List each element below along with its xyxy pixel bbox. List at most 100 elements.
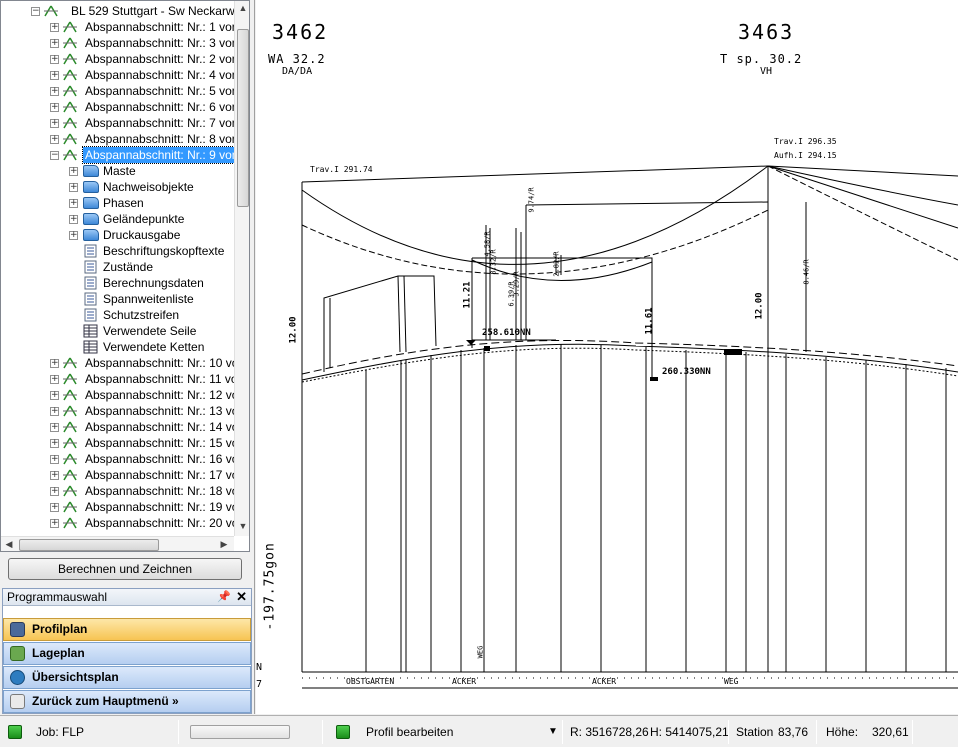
expand-icon[interactable]: + (50, 87, 59, 96)
tree-section-node[interactable]: + Abspannabschnitt: Nr.: 3 von: (1, 35, 242, 51)
table-icon (83, 340, 99, 354)
tree-item-node[interactable]: Zustände (1, 259, 233, 275)
ground-label: WEG (724, 677, 739, 686)
site-plan-icon (10, 646, 25, 661)
tree-section-node[interactable]: + Abspannabschnitt: Nr.: 2 von: (1, 51, 242, 67)
section-icon (62, 52, 78, 66)
project-tree[interactable]: − BL 529 Stuttgart - Sw Neckarwestheim + Ab… (0, 0, 250, 552)
tree-horizontal-scroll-thumb[interactable] (19, 539, 159, 551)
scroll-down-arrow-icon[interactable]: ▼ (236, 521, 249, 531)
left-pane: − BL 529 Stuttgart - Sw Neckarwestheim + Ab… (0, 0, 255, 714)
expand-icon[interactable]: + (50, 55, 59, 64)
table-icon (83, 324, 99, 338)
tree-section-node[interactable]: + Abspannabschnitt: Nr.: 15 von (1, 435, 245, 451)
profile-drawing (301, 165, 958, 689)
mode-dropdown-icon[interactable]: ▼ (548, 716, 558, 747)
program-item-profilplan[interactable]: Profilplan (3, 618, 251, 641)
expand-icon[interactable]: + (50, 103, 59, 112)
program-item-lageplan[interactable]: Lageplan (3, 642, 251, 665)
expand-icon[interactable]: + (69, 183, 78, 192)
tower-number-right: 3463 (738, 20, 795, 44)
pin-icon[interactable]: 📌 (217, 589, 231, 605)
sag-label: 8.32/R (489, 249, 498, 275)
scroll-up-arrow-icon[interactable]: ▲ (236, 3, 249, 13)
program-item-uebersichtsplan[interactable]: Übersichtsplan (3, 666, 251, 689)
back-menu-icon (10, 694, 25, 709)
tree-section-node[interactable]: + Abspannabschnitt: Nr.: 19 von (1, 499, 245, 515)
expand-icon[interactable]: + (50, 135, 59, 144)
seven-marker: 7 (256, 679, 263, 690)
tree-item-node[interactable]: Verwendete Seile (1, 323, 233, 339)
expand-icon[interactable]: + (50, 119, 59, 128)
expand-icon[interactable]: + (50, 423, 59, 432)
section-icon (62, 20, 78, 34)
tree-horizontal-scrollbar[interactable]: ◀ ▶ (1, 536, 234, 551)
height-value: 320,61 (872, 725, 909, 739)
expand-icon[interactable]: + (69, 231, 78, 240)
tree-vertical-scrollbar[interactable]: ▲ ▼ (234, 1, 249, 536)
expand-icon[interactable]: + (50, 471, 59, 480)
tree-section-node[interactable]: + Abspannabschnitt: Nr.: 12 von (1, 387, 245, 403)
tree-item-node[interactable]: Beschriftungskopftexte (1, 243, 233, 259)
dimension-right: 12.00 (754, 292, 765, 320)
expand-icon[interactable]: + (50, 71, 59, 80)
tree-root-node[interactable]: − BL 529 Stuttgart - Sw Neckarwestheim (1, 3, 249, 19)
folder-icon (83, 197, 99, 209)
program-item-back-main-menu[interactable]: Zurück zum Hauptmenü » (3, 690, 251, 713)
tree-section-node[interactable]: + Abspannabschnitt: Nr.: 20 von (1, 515, 245, 531)
tree-item-node[interactable]: Verwendete Ketten (1, 339, 233, 355)
calculate-and-draw-button[interactable]: Berechnen und Zeichnen (8, 558, 242, 580)
tree-node-label: Abspannabschnitt: Nr.: 19 von (85, 500, 246, 514)
tree-section-node[interactable]: + Abspannabschnitt: Nr.: 7 von: (1, 115, 242, 131)
expand-icon[interactable]: + (50, 391, 59, 400)
expand-icon[interactable]: + (50, 23, 59, 32)
tree-section-node-selected[interactable]: − Abspannabschnitt: Nr.: 9 von: (1, 146, 245, 164)
expand-icon[interactable]: + (50, 487, 59, 496)
progress-bar (190, 725, 290, 739)
scroll-right-arrow-icon[interactable]: ▶ (217, 539, 231, 550)
expand-icon[interactable]: + (69, 167, 78, 176)
folder-icon (83, 229, 99, 241)
tree-section-node[interactable]: + Abspannabschnitt: Nr.: 10 von (1, 355, 245, 371)
tree-section-node[interactable]: + Abspannabschnitt: Nr.: 8 von: (1, 131, 242, 147)
expand-icon[interactable]: + (69, 199, 78, 208)
expand-icon[interactable]: + (50, 455, 59, 464)
ground-label: OBSTGARTEN (346, 677, 395, 686)
tree-section-node[interactable]: + Abspannabschnitt: Nr.: 17 von (1, 467, 245, 483)
close-icon[interactable]: ✕ (236, 589, 247, 605)
section-icon (62, 404, 78, 418)
collapse-icon[interactable]: − (31, 7, 40, 16)
tree-folder-node[interactable]: + Nachweisobjekte (1, 179, 233, 195)
suspension-label-right: Aufh.I 294.15 (774, 151, 837, 160)
tree-item-node[interactable]: Berechnungsdaten (1, 275, 233, 291)
tree-section-node[interactable]: + Abspannabschnitt: Nr.: 14 von (1, 419, 245, 435)
tree-node-label: Verwendete Ketten (103, 340, 205, 354)
scroll-left-arrow-icon[interactable]: ◀ (2, 539, 16, 550)
expand-icon[interactable]: + (50, 407, 59, 416)
tree-section-node[interactable]: + Abspannabschnitt: Nr.: 5 von: (1, 83, 242, 99)
tree-section-node[interactable]: + Abspannabschnitt: Nr.: 13 von (1, 403, 245, 419)
tree-folder-node[interactable]: + Phasen (1, 195, 233, 211)
tree-section-node[interactable]: + Abspannabschnitt: Nr.: 4 von: (1, 67, 242, 83)
tree-section-node[interactable]: + Abspannabschnitt: Nr.: 18 von (1, 483, 245, 499)
tree-item-node[interactable]: Schutzstreifen (1, 307, 233, 323)
expand-icon[interactable]: + (50, 439, 59, 448)
expand-icon[interactable]: + (50, 375, 59, 384)
expand-icon[interactable]: + (69, 215, 78, 224)
expand-icon[interactable]: + (50, 39, 59, 48)
expand-icon[interactable]: + (50, 503, 59, 512)
tree-vertical-scroll-thumb[interactable] (237, 29, 249, 207)
expand-icon[interactable]: + (50, 519, 59, 528)
collapse-icon[interactable]: − (50, 151, 59, 160)
tree-folder-node[interactable]: + Geländepunkte (1, 211, 233, 227)
tree-folder-node[interactable]: + Druckausgabe (1, 227, 233, 243)
expand-icon[interactable]: + (50, 359, 59, 368)
tree-section-node[interactable]: + Abspannabschnitt: Nr.: 1 von: (1, 19, 242, 35)
tree-section-node[interactable]: + Abspannabschnitt: Nr.: 11 von (1, 371, 244, 387)
tree-section-node[interactable]: + Abspannabschnitt: Nr.: 16 von (1, 451, 245, 467)
tree-folder-node[interactable]: + Maste (1, 163, 233, 179)
tree-section-node[interactable]: + Abspannabschnitt: Nr.: 6 von: (1, 99, 242, 115)
profile-drawing-canvas[interactable]: 3462 WA 32.2 DA/DA 3463 T sp. 30.2 VH Tr… (256, 0, 958, 714)
folder-icon (83, 181, 99, 193)
tree-item-node[interactable]: Spannweitenliste (1, 291, 233, 307)
